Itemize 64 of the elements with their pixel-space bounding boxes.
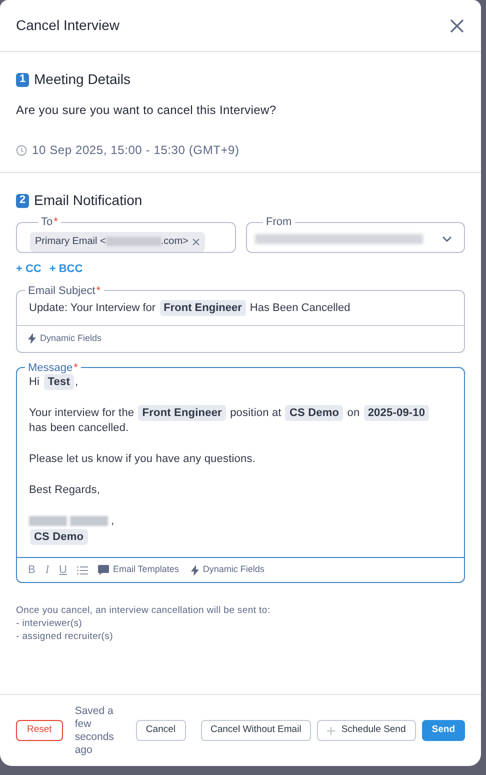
placeholder-tag: Front Engineer bbox=[138, 404, 226, 420]
body-text: position at bbox=[229, 406, 282, 418]
save-status: Saved a few seconds ago bbox=[74, 704, 115, 756]
body-text: Best Regards, bbox=[29, 484, 100, 496]
cancel-button[interactable]: Cancel Without Email bbox=[200, 720, 312, 741]
subject-field[interactable]: Email Subject* Update: Your Interview for Front Engineer Has Been Cancelled Dynamic Fields bbox=[16, 284, 465, 352]
body-text: , bbox=[111, 515, 114, 527]
underline-button[interactable]: U bbox=[59, 562, 67, 578]
body-text: Your interview for the bbox=[29, 406, 136, 418]
field-label: Email Subject bbox=[28, 284, 96, 296]
cancel-button[interactable]: Cancel bbox=[136, 720, 186, 741]
lightning-icon bbox=[190, 564, 199, 576]
add-recipient-link[interactable]: + CC bbox=[16, 261, 42, 278]
add-recipient-link[interactable]: + BCC bbox=[49, 261, 83, 278]
chip-text: .com> bbox=[160, 235, 188, 249]
body-text: on bbox=[346, 406, 361, 418]
speech-bubble-icon bbox=[98, 565, 109, 575]
clock-icon bbox=[16, 144, 27, 156]
body-text: Hi bbox=[29, 376, 41, 388]
plus-icon bbox=[327, 726, 336, 734]
note-text: Once you cancel, an interview cancellation will be sent to: bbox=[16, 604, 272, 617]
italic-button[interactable]: I bbox=[45, 562, 50, 578]
field-label: Message bbox=[28, 362, 73, 374]
body-text: Please let us know if you have any questions. bbox=[29, 453, 256, 465]
chip-text: Primary Email < bbox=[35, 235, 106, 249]
list-icon[interactable] bbox=[76, 566, 88, 574]
note-text: - interviewer(s) bbox=[16, 617, 84, 630]
step-badge: 2 bbox=[16, 194, 29, 208]
dynamic-fields-button[interactable]: Dynamic Fields bbox=[190, 563, 264, 577]
confirm-text: Are you sure you want to cancel this Interview? bbox=[16, 102, 278, 119]
required-mark: * bbox=[96, 284, 101, 296]
email-templates-button[interactable]: Email Templates bbox=[98, 563, 179, 577]
reset-button[interactable]: Reset bbox=[16, 720, 63, 741]
dynamic-fields-button[interactable]: Dynamic Fields bbox=[17, 326, 113, 352]
dialog-title: Cancel Interview bbox=[16, 16, 120, 35]
lightning-icon bbox=[28, 333, 36, 344]
placeholder-tag: Test bbox=[44, 374, 74, 390]
schedule-send-button[interactable]: Schedule Send bbox=[317, 720, 416, 741]
bold-button[interactable]: B bbox=[28, 562, 36, 578]
field-label: To bbox=[41, 216, 53, 228]
required-mark: * bbox=[74, 362, 78, 374]
field-label: From bbox=[266, 216, 292, 228]
body-text: , bbox=[74, 376, 78, 388]
send-button[interactable]: Send bbox=[422, 720, 465, 741]
required-mark: * bbox=[54, 216, 58, 228]
meeting-time: 10 Sep 2025, 15:00 - 15:30 (GMT+9) bbox=[32, 142, 240, 159]
step-badge: 1 bbox=[16, 72, 29, 86]
remove-icon[interactable] bbox=[192, 238, 200, 246]
redacted-text bbox=[70, 516, 108, 526]
body-text: Has Been Cancelled bbox=[248, 302, 350, 314]
placeholder-tag: CS Demo bbox=[30, 528, 88, 544]
note-text: - assigned recruiter(s) bbox=[16, 630, 114, 643]
section-heading: Meeting Details bbox=[34, 70, 130, 89]
redacted-text bbox=[29, 516, 67, 526]
section-heading: Email Notification bbox=[34, 191, 142, 210]
sender-dropdown[interactable]: From bbox=[246, 216, 465, 253]
placeholder-tag: 2025-09-10 bbox=[364, 404, 430, 420]
body-text: Update: Your Interview for bbox=[29, 302, 157, 314]
placeholder-tag: CS Demo bbox=[285, 404, 344, 420]
chevron-down-icon bbox=[442, 236, 452, 242]
placeholder-tag: Front Engineer bbox=[160, 300, 246, 316]
recipient-field[interactable]: To* Primary Email < .com> bbox=[16, 216, 236, 253]
message-editor[interactable] bbox=[16, 362, 465, 583]
body-text: has been cancelled. bbox=[29, 422, 129, 434]
